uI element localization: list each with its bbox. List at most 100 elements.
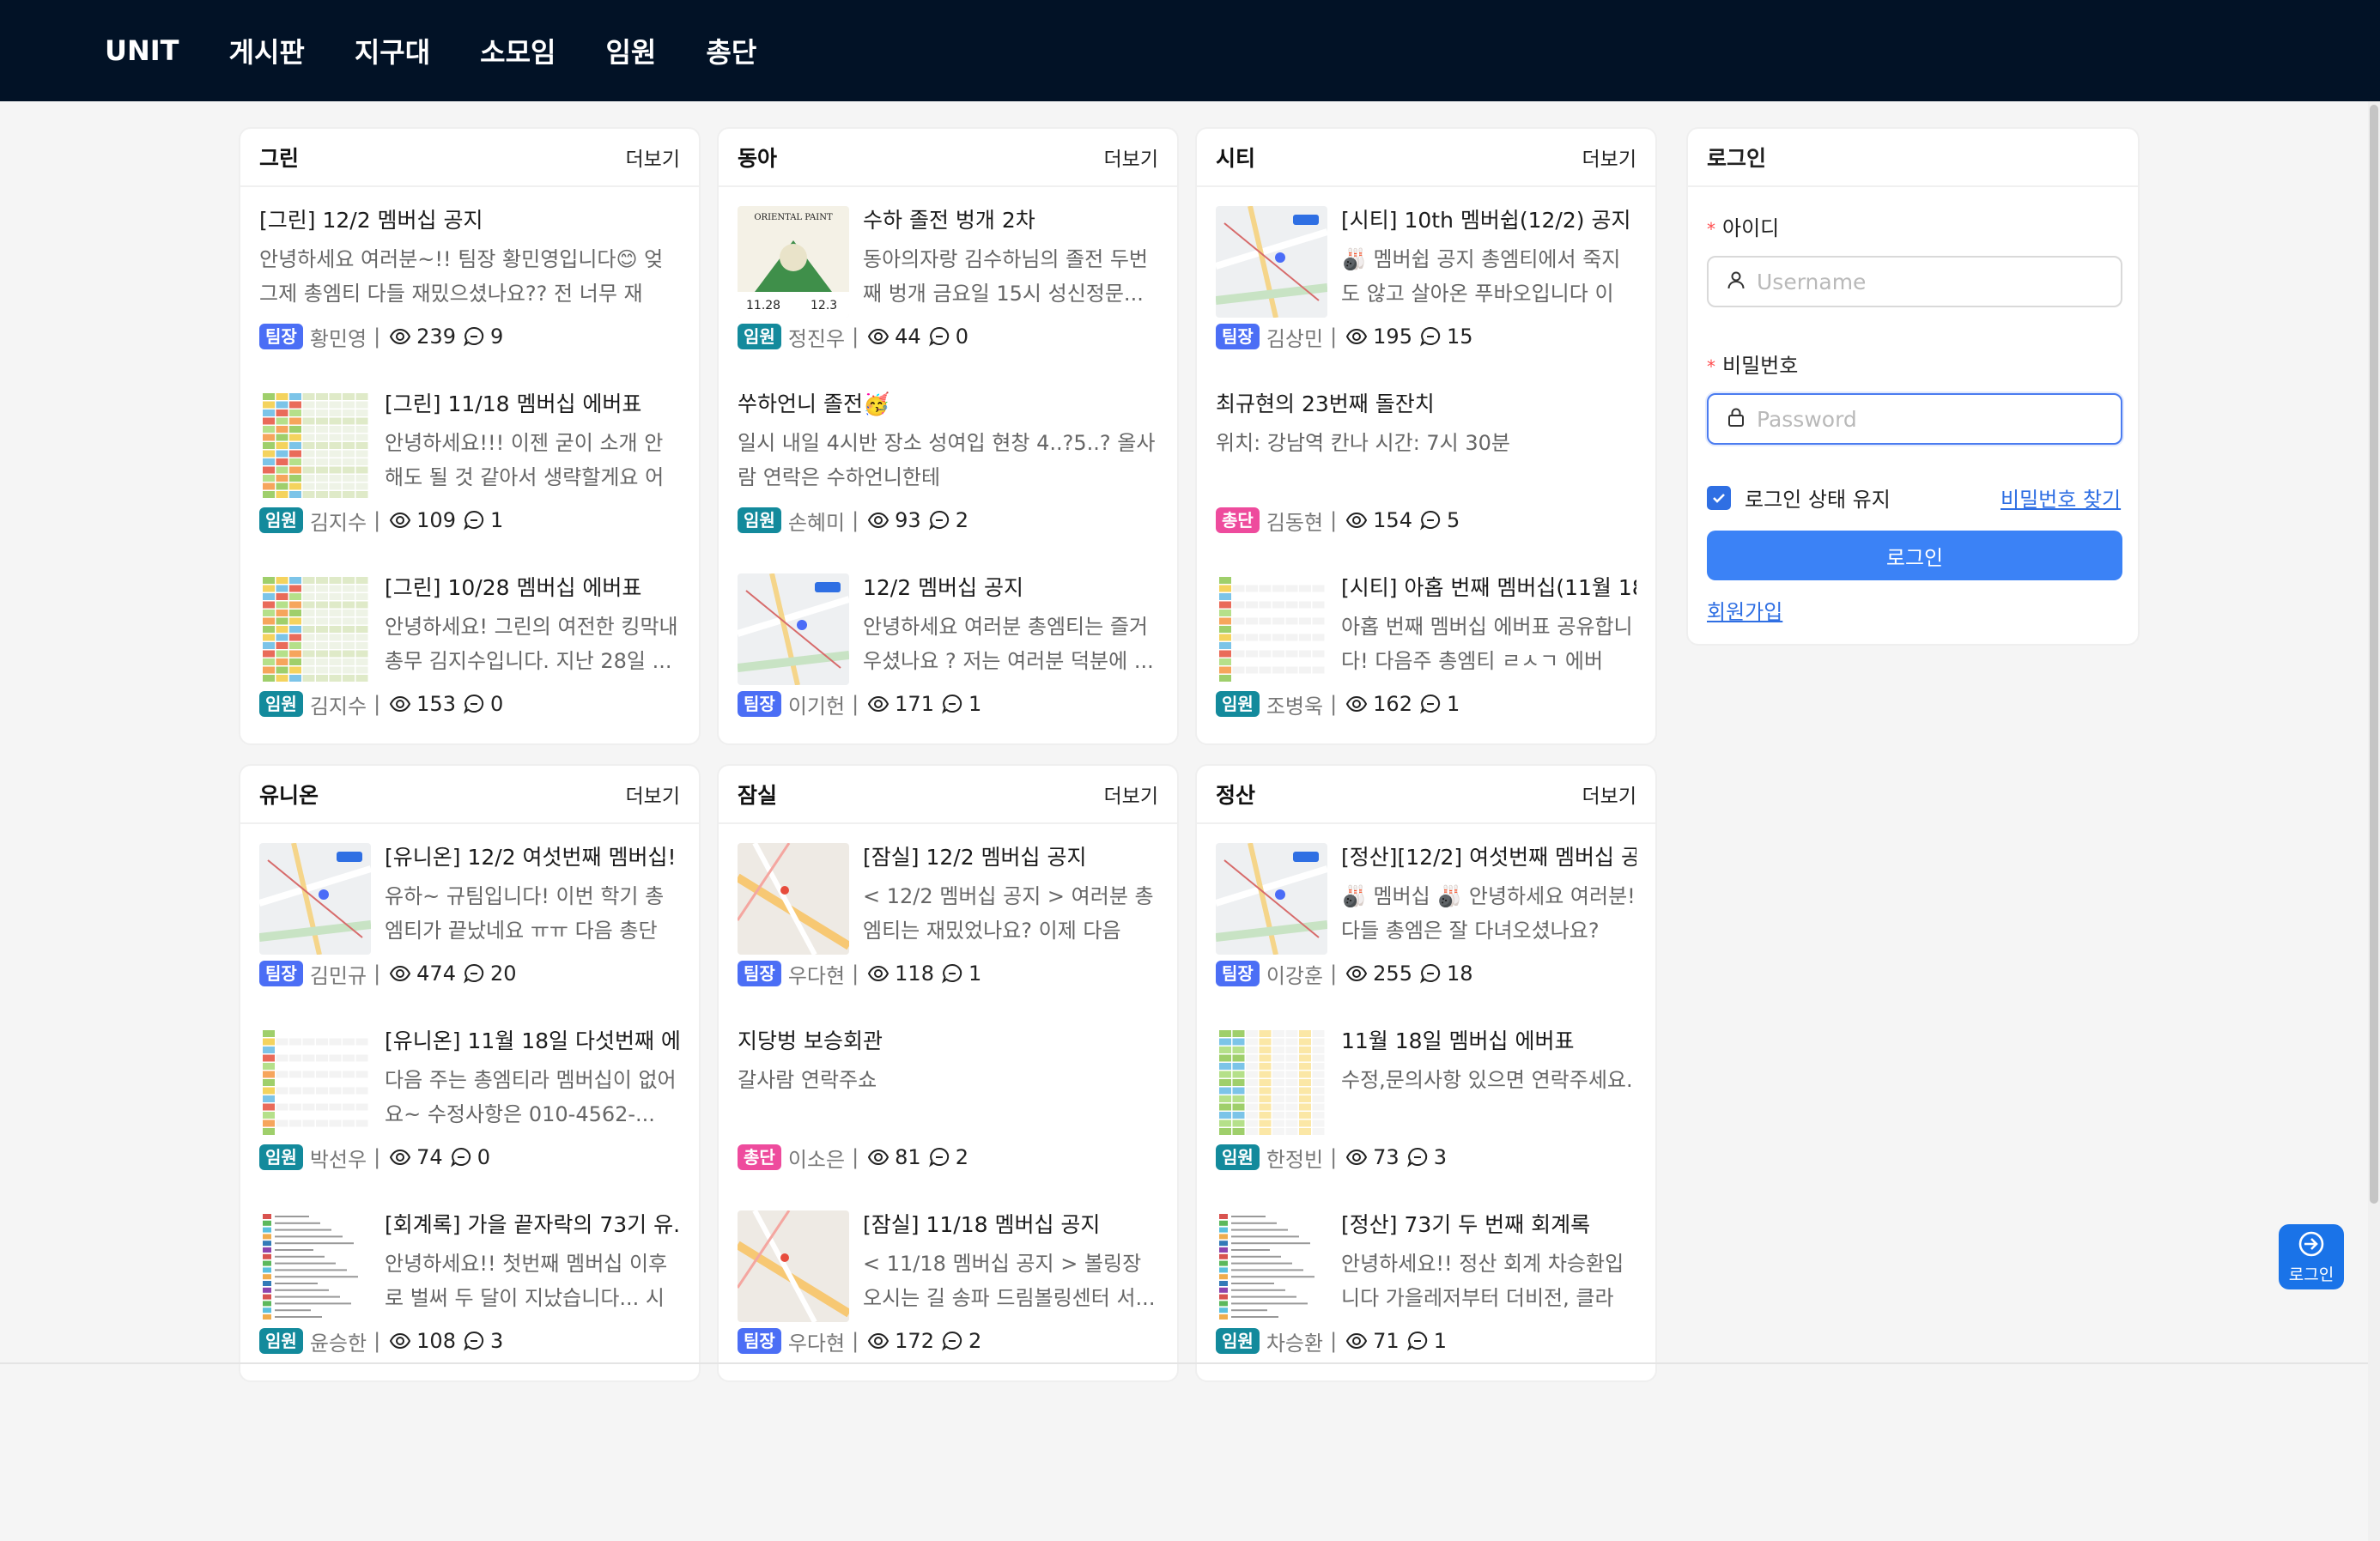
post-thumbnail[interactable] xyxy=(738,1210,849,1322)
post-title[interactable]: 지당벙 보승회관 xyxy=(738,1027,1158,1056)
post-item[interactable]: [시티] 10th 멤버쉽(12/2) 공지 🎳 멤버쉽 공지 총엠티에서 죽지… xyxy=(1197,187,1655,371)
post-title[interactable]: 12/2 멤버십 공지 xyxy=(863,573,1158,603)
comment-count: 20 xyxy=(489,962,517,986)
board-title[interactable]: 동아 xyxy=(738,142,777,173)
nav-item-chief[interactable]: 총단 xyxy=(706,31,756,70)
post-title[interactable]: [시티] 아홉 번째 멤버십(11월 18... xyxy=(1341,573,1636,603)
post-item[interactable]: 11월 18일 멤버십 에버표 수정,문의사항 있으면 연락주세요. 임원 한정… xyxy=(1197,1008,1655,1192)
password-field[interactable] xyxy=(1707,393,2122,445)
post-item[interactable]: [정산] 73기 두 번째 회계록 안녕하세요!! 정산 회계 차승환입니다 가… xyxy=(1197,1192,1655,1375)
post-meta: 임원 조병욱 | 162 1 xyxy=(1216,690,1466,719)
post-thumbnail[interactable] xyxy=(1216,206,1327,318)
eye-icon xyxy=(1345,1330,1368,1352)
board-title[interactable]: 유니온 xyxy=(259,779,319,810)
post-thumbnail[interactable] xyxy=(259,1210,371,1322)
more-link[interactable]: 더보기 xyxy=(626,143,680,172)
password-input[interactable] xyxy=(1757,406,2100,432)
board-title[interactable]: 시티 xyxy=(1216,142,1255,173)
post-title[interactable]: [회계록] 가을 끝자락의 73기 유... xyxy=(385,1210,680,1240)
post-text: [정산] 73기 두 번째 회계록 안녕하세요!! 정산 회계 차승환입니다 가… xyxy=(1341,1210,1636,1315)
comment-icon xyxy=(1419,509,1442,531)
post-title[interactable]: 수하 졸전 벙개 2차 xyxy=(863,206,1158,235)
post-item[interactable]: 최규현의 23번째 돌잔치 위치: 강남역 칸나 시간: 7시 30분 총단 김… xyxy=(1197,371,1655,555)
board-title[interactable]: 잠실 xyxy=(738,779,777,810)
comment-count: 1 xyxy=(489,508,504,532)
post-excerpt: 🎳 멤버쉽 공지 총엠티에서 죽지도 않고 살아온 푸바오입니다 이번... xyxy=(1341,247,1621,306)
post-item[interactable]: [그린] 10/28 멤버십 에버표 안녕하세요! 그린의 여전한 킹막내 총무… xyxy=(240,555,699,738)
nav-item-officers[interactable]: 임원 xyxy=(605,31,656,70)
role-badge: 임원 xyxy=(1216,1328,1260,1354)
post-item[interactable]: [그린] 12/2 멤버십 공지 안녕하세요 여러분~!! 팀장 황민영입니다😊… xyxy=(240,187,699,371)
post-thumbnail[interactable] xyxy=(259,390,371,501)
post-title[interactable]: [시티] 10th 멤버쉽(12/2) 공지 xyxy=(1341,206,1636,235)
more-link[interactable]: 더보기 xyxy=(1104,780,1158,809)
post-item[interactable]: ORIENTAL PAINT 11.28 12.3 수하 졸전 벙개 2차 동아의자… xyxy=(719,187,1177,371)
post-title[interactable]: 11월 18일 멤버십 에버표 xyxy=(1341,1027,1636,1056)
eye-icon xyxy=(1345,1146,1368,1168)
login-card: 로그인 * 아이디 * 비밀번호 로그인 상태 유지 비밀번호 찾기 로그인 회원가… xyxy=(1686,127,2140,646)
post-thumbnail[interactable] xyxy=(259,1027,371,1138)
post-title[interactable]: [유니온] 11월 18일 다섯번째 에... xyxy=(385,1027,680,1056)
post-item[interactable]: [정산][12/2] 여섯번째 멤버십 공... 🎳 멤버십 🎳 안녕하세요 여… xyxy=(1197,824,1655,1008)
floating-login-button[interactable]: 로그인 xyxy=(2279,1224,2344,1289)
post-title[interactable]: [정산][12/2] 여섯번째 멤버십 공... xyxy=(1341,843,1636,872)
more-link[interactable]: 더보기 xyxy=(626,780,680,809)
post-thumbnail[interactable] xyxy=(1216,1210,1327,1322)
signup-link[interactable]: 회원가입 xyxy=(1707,595,1782,625)
board-title[interactable]: 정산 xyxy=(1216,779,1255,810)
post-item[interactable]: 쑤하언니 졸전🥳 일시 내일 4시반 장소 성여입 현창 4..?5..? 올사… xyxy=(719,371,1177,555)
post-title[interactable]: [정산] 73기 두 번째 회계록 xyxy=(1341,1210,1636,1240)
post-author: 윤승한 xyxy=(309,1331,367,1356)
post-title[interactable]: [그린] 10/28 멤버십 에버표 xyxy=(385,573,680,603)
post-item[interactable]: [잠실] 11/18 멤버십 공지 < 11/18 멤버십 공지 > 볼링장 오… xyxy=(719,1192,1177,1375)
post-item[interactable]: 12/2 멤버십 공지 안녕하세요 여러분 총엠티는 즐거우셨나요 ? 저는 여… xyxy=(719,555,1177,738)
nav-item-board[interactable]: 게시판 xyxy=(229,31,305,70)
more-link[interactable]: 더보기 xyxy=(1582,143,1636,172)
post-item[interactable]: [시티] 아홉 번째 멤버십(11월 18... 아홉 번째 멤버십 에버표 공… xyxy=(1197,555,1655,738)
post-thumbnail[interactable] xyxy=(738,843,849,955)
post-item[interactable]: [잠실] 12/2 멤버십 공지 < 12/2 멤버십 공지 > 여러분 총엠티… xyxy=(719,824,1177,1008)
view-count: 118 xyxy=(895,962,934,986)
post-title[interactable]: 쑤하언니 졸전🥳 xyxy=(738,390,1158,419)
remember-checkbox[interactable] xyxy=(1707,485,1731,510)
username-field[interactable] xyxy=(1707,256,2122,307)
page-scrollbar-thumb[interactable] xyxy=(2370,105,2378,1204)
post-thumbnail[interactable] xyxy=(1216,1027,1327,1138)
comment-icon xyxy=(463,1330,485,1352)
board-card: 유니온 더보기 [유니온] 12/2 여섯번째 멤버십! 유하~ 규팀입니다! 이… xyxy=(239,764,701,1382)
login-button[interactable]: 로그인 xyxy=(1707,531,2122,580)
post-author: 우다현 xyxy=(787,963,846,988)
post-thumbnail[interactable] xyxy=(259,843,371,955)
comment-count: 1 xyxy=(1446,692,1460,716)
view-count: 71 xyxy=(1373,1329,1399,1353)
post-title[interactable]: [잠실] 12/2 멤버십 공지 xyxy=(863,843,1158,872)
nav-item-club[interactable]: 소모임 xyxy=(480,31,556,70)
post-title[interactable]: [잠실] 11/18 멤버십 공지 xyxy=(863,1210,1158,1240)
post-item[interactable]: [그린] 11/18 멤버십 에버표 안녕하세요!!! 이젠 굳이 소개 안해도… xyxy=(240,371,699,555)
more-link[interactable]: 더보기 xyxy=(1582,780,1636,809)
post-item[interactable]: [유니온] 12/2 여섯번째 멤버십! 유하~ 규팀입니다! 이번 학기 총엠… xyxy=(240,824,699,1008)
username-input[interactable] xyxy=(1757,269,2100,294)
post-thumbnail[interactable] xyxy=(1216,843,1327,955)
post-item[interactable]: [회계록] 가을 끝자락의 73기 유... 안녕하세요!! 첫번째 멤버십 이… xyxy=(240,1192,699,1375)
more-link[interactable]: 더보기 xyxy=(1104,143,1158,172)
post-title[interactable]: [그린] 11/18 멤버십 에버표 xyxy=(385,390,680,419)
post-title[interactable]: 최규현의 23번째 돌잔치 xyxy=(1216,390,1636,419)
post-item[interactable]: [유니온] 11월 18일 다섯번째 에... 다음 주는 총엠티라 멤버십이 … xyxy=(240,1008,699,1192)
post-title[interactable]: [유니온] 12/2 여섯번째 멤버십! xyxy=(385,843,680,872)
post-thumbnail[interactable] xyxy=(259,573,371,685)
post-item[interactable]: 지당벙 보승회관 갈사람 연락주쇼 총단 이소은 | 81 2 xyxy=(719,1008,1177,1192)
nav-brand[interactable]: UNIT xyxy=(105,34,179,67)
nav-item-district[interactable]: 지구대 xyxy=(355,31,430,70)
post-thumbnail[interactable] xyxy=(1216,573,1327,685)
post-thumbnail[interactable]: ORIENTAL PAINT 11.28 12.3 xyxy=(738,206,849,318)
find-password-link[interactable]: 비밀번호 찾기 xyxy=(2001,482,2121,513)
post-text: [그린] 11/18 멤버십 에버표 안녕하세요!!! 이젠 굳이 소개 안해도… xyxy=(385,390,680,494)
post-title[interactable]: [그린] 12/2 멤버십 공지 xyxy=(259,206,680,235)
board-title[interactable]: 그린 xyxy=(259,142,299,173)
post-thumbnail[interactable] xyxy=(738,573,849,685)
remember-me[interactable]: 로그인 상태 유지 xyxy=(1707,482,1891,513)
post-meta: 임원 정진우 | 44 0 xyxy=(738,323,975,351)
eye-icon xyxy=(867,962,889,985)
post-author: 정진우 xyxy=(787,326,846,351)
